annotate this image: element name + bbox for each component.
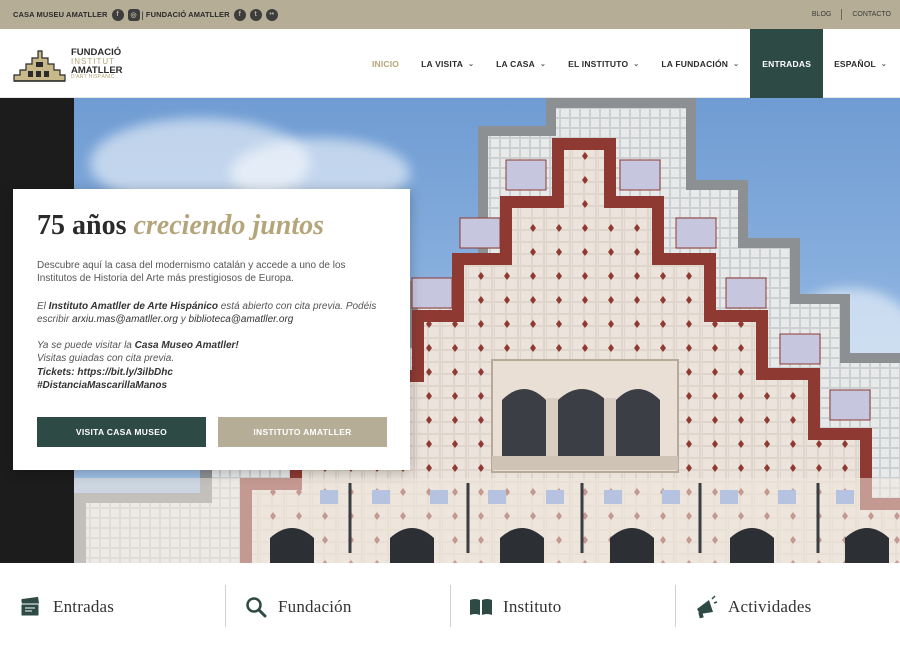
twitter-icon[interactable]: t: [249, 8, 262, 21]
facebook-icon[interactable]: f: [111, 8, 124, 21]
feature-bar: Entradas Fundación Instituto Actividades: [0, 563, 900, 650]
chevron-down-icon: ⌄: [468, 60, 475, 68]
tickets-icon: [18, 594, 44, 620]
card-title-accent: creciendo juntos: [133, 210, 325, 241]
chevron-down-icon: ⌄: [540, 60, 547, 68]
museum-label[interactable]: CASA MUSEU AMATLLER: [13, 10, 108, 19]
card-institute-note: El Instituto Amatller de Arte Hispánico …: [37, 300, 386, 327]
site-logo[interactable]: FUNDACIÓ INSTITUT AMATLLER D'ART HISPÀNI…: [12, 41, 124, 87]
foundation-label[interactable]: FUNDACIÓ AMATLLER: [146, 10, 230, 19]
institute-button[interactable]: INSTITUTO AMATLLER: [218, 417, 387, 447]
chevron-down-icon: ⌄: [633, 60, 640, 68]
info-card: 75 años creciendo juntos Descubre aquí l…: [13, 189, 410, 470]
button-label: VISITA CASA MUSEO: [75, 427, 168, 437]
card-intro: Descubre aquí la casa del modernismo cat…: [37, 259, 346, 285]
blog-link[interactable]: BLOG: [812, 11, 831, 18]
logo-line-art-hispanic: D'ART HISPÀNIC: [71, 74, 115, 80]
button-label: INSTITUTO AMATLLER: [253, 427, 352, 437]
feature-instituto[interactable]: Instituto: [450, 563, 675, 650]
casa-amatller-logo-icon: [13, 50, 66, 82]
card-buttons: VISITA CASA MUSEO INSTITUTO AMATLLER: [37, 417, 387, 447]
card-title: 75 años creciendo juntos: [37, 210, 386, 242]
megaphone-icon: [693, 594, 719, 620]
nav-item-la-visita[interactable]: LA VISITA ⌄: [410, 29, 485, 98]
guided-visits-text: Visitas guiadas con cita previa.: [37, 353, 175, 365]
flickr-icon[interactable]: ••: [265, 8, 278, 21]
instagram-icon[interactable]: ◎: [127, 8, 140, 21]
feature-label: Instituto: [503, 596, 562, 616]
nav-item-la-casa[interactable]: LA CASA ⌄: [485, 29, 557, 98]
logo-text: FUNDACIÓ INSTITUT AMATLLER D'ART HISPÀNI…: [71, 48, 123, 80]
feature-entradas[interactable]: Entradas: [0, 563, 225, 650]
language-selector[interactable]: ESPAÑOL ⌄: [823, 29, 900, 98]
site-header: FUNDACIÓ INSTITUT AMATLLER D'ART HISPÀNI…: [0, 29, 900, 98]
text-fragment: El: [37, 300, 49, 312]
text-fragment: Ya se puede visitar la: [37, 339, 135, 351]
nav-item-el-instituto[interactable]: EL INSTITUTO ⌄: [557, 29, 650, 98]
feature-label: Entradas: [53, 596, 115, 616]
top-bar-right: BLOG CONTACTO: [812, 9, 891, 20]
institute-name: Instituto Amatller de Arte Hispánico: [48, 300, 218, 312]
chevron-down-icon: ⌄: [880, 60, 887, 68]
entradas-button[interactable]: ENTRADAS: [750, 29, 824, 98]
hashtag-text: #DistanciaMascarillaManos: [37, 380, 168, 392]
language-label: ESPAÑOL: [834, 58, 876, 69]
entradas-label: ENTRADAS: [762, 58, 812, 69]
nav-label: INICIO: [371, 58, 400, 69]
feature-label: Fundación: [278, 596, 352, 616]
main-nav: INICIO LA VISITA ⌄ LA CASA ⌄ EL INSTITUT…: [361, 29, 900, 98]
nav-label: EL INSTITUTO: [568, 58, 629, 69]
email-library-link[interactable]: biblioteca@amatller.org: [189, 314, 294, 325]
feature-fundacion[interactable]: Fundación: [225, 563, 450, 650]
nav-label: LA VISITA: [421, 58, 464, 69]
top-bar-left: CASA MUSEU AMATLLER f ◎ | FUNDACIÓ AMATL…: [13, 8, 278, 21]
topbar-separator: |: [141, 9, 144, 20]
museum-name: Casa Museo Amatller!: [134, 339, 239, 351]
nav-item-la-fundacion[interactable]: LA FUNDACIÓN ⌄: [650, 29, 750, 98]
feature-label: Actividades: [728, 596, 812, 616]
email-archive-link[interactable]: arxiu.mas@amatller.org: [72, 314, 178, 325]
chevron-down-icon: ⌄: [733, 60, 740, 68]
visit-museum-button[interactable]: VISITA CASA MUSEO: [37, 417, 206, 447]
top-bar: CASA MUSEU AMATLLER f ◎ | FUNDACIÓ AMATL…: [0, 0, 900, 29]
search-icon: [243, 594, 269, 620]
facebook-icon[interactable]: f: [233, 8, 246, 21]
tickets-link[interactable]: Tickets: https://bit.ly/3ilbDhc: [37, 367, 173, 378]
contact-link[interactable]: CONTACTO: [852, 11, 891, 18]
feature-actividades[interactable]: Actividades: [675, 563, 900, 650]
card-title-main: 75 años: [37, 210, 127, 241]
nav-label: LA CASA: [496, 58, 536, 69]
text-fragment: y: [177, 314, 189, 326]
book-icon: [468, 594, 494, 620]
topbar-divider: [841, 9, 843, 20]
card-visit-note: Ya se puede visitar la Casa Museo Amatll…: [37, 339, 386, 393]
nav-item-inicio[interactable]: INICIO: [361, 29, 410, 98]
nav-label: LA FUNDACIÓN: [661, 58, 729, 69]
